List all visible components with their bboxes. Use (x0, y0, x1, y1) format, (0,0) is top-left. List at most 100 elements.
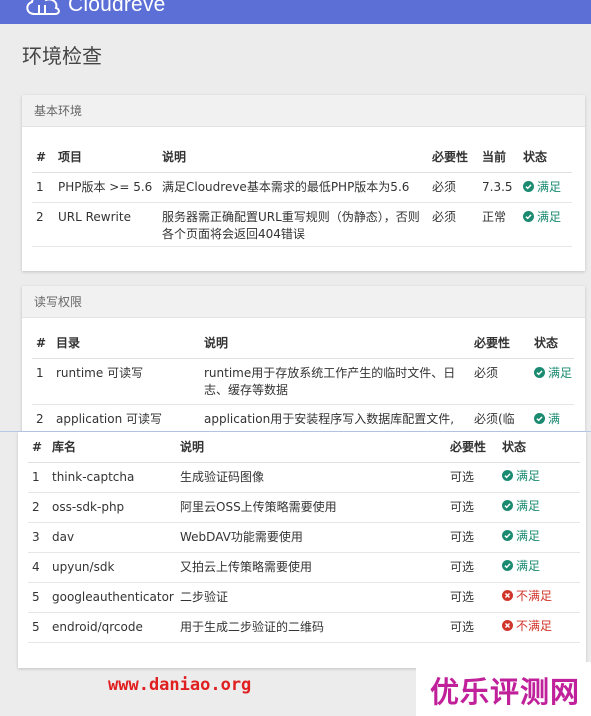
table-header-row: # 项目 说明 必要性 当前 状态 (32, 142, 572, 173)
item-desc: 服务器需正确配置URL重写规则（伪静态），否则各个页面将会返回404错误 (162, 209, 420, 241)
dir-need: 必须(临 (474, 411, 515, 426)
status-text: 满足 (516, 559, 541, 573)
dir-name: application 可读写 (56, 411, 163, 426)
item-name: PHP版本 >= 5.6 (58, 179, 153, 194)
table-row: 5 endroid/qrcode 用于生成二步验证的二维码 可选 不满足 (28, 612, 580, 643)
check-circle-icon (502, 500, 513, 511)
table-row: 1 PHP版本 >= 5.6 满足Cloudreve基本需求的最低PHP版本为5… (32, 172, 572, 203)
app-name: Cloudreve (68, 0, 166, 16)
lib-desc: 生成验证码图像 (176, 462, 446, 493)
col-num: # (32, 142, 54, 173)
col-need: 必要性 (470, 328, 530, 359)
status-text: 满足 (548, 365, 573, 380)
row-num: 1 (28, 462, 48, 493)
col-item: 项目 (54, 142, 158, 173)
status-text: 满足 (516, 469, 541, 483)
table-row: 2 URL Rewrite 服务器需正确配置URL重写规则（伪静态），否则各个页… (32, 202, 572, 247)
col-lib: 库名 (48, 432, 176, 463)
status-badge: 满足 (502, 558, 540, 575)
item-current: 7.3.5 (482, 179, 513, 194)
col-desc: 说明 (176, 432, 446, 463)
item-need: 必须 (432, 179, 457, 194)
status-text: 满足 (516, 499, 541, 513)
lib-name: dav (48, 522, 176, 553)
status-badge: 满 (534, 411, 560, 428)
libraries-table: # 库名 说明 必要性 状态 1 think-captcha 生成验证码图像 可选 满足… (28, 432, 580, 643)
item-desc: 满足Cloudreve基本需求的最低PHP版本为5.6 (162, 179, 410, 194)
watermark-url: www.daniao.org (108, 675, 252, 695)
permissions-table: # 目录 说明 必要性 状态 1 runtime 可读写 runtime用于存放… (32, 328, 574, 432)
row-num: 2 (28, 492, 48, 523)
status-text: 满足 (537, 179, 562, 194)
col-status: 状态 (530, 328, 574, 359)
basic-env-table: # 项目 说明 必要性 当前 状态 1 PHP版本 >= 5.6 满足Cloud… (32, 142, 572, 247)
watermark-brand: 优乐评测网 (430, 675, 581, 709)
table-header-row: # 库名 说明 必要性 状态 (28, 432, 580, 463)
row-num: 5 (28, 612, 48, 643)
table-row: 1 think-captcha 生成验证码图像 可选 满足 (28, 462, 580, 493)
col-num: # (32, 328, 52, 359)
table-row: 2 oss-sdk-php 阿里云OSS上传策略需要使用 可选 满足 (28, 492, 580, 523)
cross-circle-icon (502, 620, 513, 631)
row-num: 3 (28, 522, 48, 553)
lib-name: googleauthenticator (48, 582, 176, 613)
status-badge: 满足 (502, 468, 540, 485)
check-circle-icon (502, 560, 513, 571)
status-badge: 满足 (502, 528, 540, 545)
lib-name: upyun/sdk (48, 552, 176, 583)
lib-desc: 二步验证 (176, 582, 446, 613)
table-row: 1 runtime 可读写 runtime用于存放系统工作产生的临时文件、日志、… (32, 358, 574, 405)
status-badge: 满足 (523, 209, 561, 226)
col-desc: 说明 (200, 328, 470, 359)
cross-circle-icon (502, 590, 513, 601)
table-row: 2 application 可读写 application用于安装程序写入数据库… (32, 404, 574, 432)
lib-name: endroid/qrcode (48, 612, 176, 643)
row-num: 2 (36, 411, 44, 426)
status-badge: 不满足 (502, 588, 552, 605)
check-circle-icon (523, 210, 534, 222)
status-text: 满足 (516, 529, 541, 543)
lib-name: think-captcha (48, 462, 176, 493)
lib-need: 可选 (446, 582, 498, 613)
permissions-card: 读写权限 # 目录 说明 必要性 状态 1 runtime 可读写 runtim… (22, 286, 585, 432)
lib-desc: 又拍云上传策略需要使用 (176, 552, 446, 583)
col-num: # (28, 432, 48, 463)
check-circle-icon (534, 366, 545, 378)
table-header-row: # 目录 说明 必要性 状态 (32, 328, 574, 359)
lib-desc: WebDAV功能需要使用 (176, 522, 446, 553)
table-row: 4 upyun/sdk 又拍云上传策略需要使用 可选 满足 (28, 552, 580, 583)
row-num: 1 (36, 365, 44, 380)
status-text: 不满足 (516, 619, 553, 633)
cloud-logo-icon (26, 0, 60, 15)
card-header: 读写权限 (22, 286, 585, 318)
card-header: 基本环境 (22, 95, 585, 127)
col-current: 当前 (478, 142, 519, 173)
table-row: 3 dav WebDAV功能需要使用 可选 满足 (28, 522, 580, 553)
col-desc: 说明 (158, 142, 428, 173)
lib-need: 可选 (446, 462, 498, 493)
cloudreve-logo[interactable]: Cloudreve (22, 0, 166, 18)
top-app-bar: Cloudreve (0, 0, 591, 24)
check-circle-icon (534, 412, 545, 424)
dir-desc: runtime用于存放系统工作产生的临时文件、日志、缓存等数据 (204, 365, 456, 397)
lib-need: 可选 (446, 522, 498, 553)
status-badge: 不满足 (502, 618, 552, 635)
libraries-card: # 库名 说明 必要性 状态 1 think-captcha 生成验证码图像 可选 满足… (18, 432, 586, 668)
row-num: 5 (28, 582, 48, 613)
check-circle-icon (523, 180, 534, 192)
item-current: 正常 (482, 209, 507, 224)
lib-need: 可选 (446, 612, 498, 643)
col-dir: 目录 (52, 328, 200, 359)
table-row: 5 googleauthenticator 二步验证 可选 不满足 (28, 582, 580, 613)
page-title: 环境检查 (22, 44, 102, 68)
status-badge: 满足 (523, 179, 561, 196)
status-badge: 满足 (534, 365, 574, 382)
item-need: 必须 (432, 209, 457, 224)
check-circle-icon (502, 530, 513, 541)
dir-desc: application用于安装程序写入数据库配置文件, (204, 411, 455, 426)
lib-name: oss-sdk-php (48, 492, 176, 523)
col-need: 必要性 (428, 142, 478, 173)
row-num: 2 (36, 209, 44, 224)
dir-need: 必须 (474, 365, 499, 380)
col-status: 状态 (519, 142, 572, 173)
